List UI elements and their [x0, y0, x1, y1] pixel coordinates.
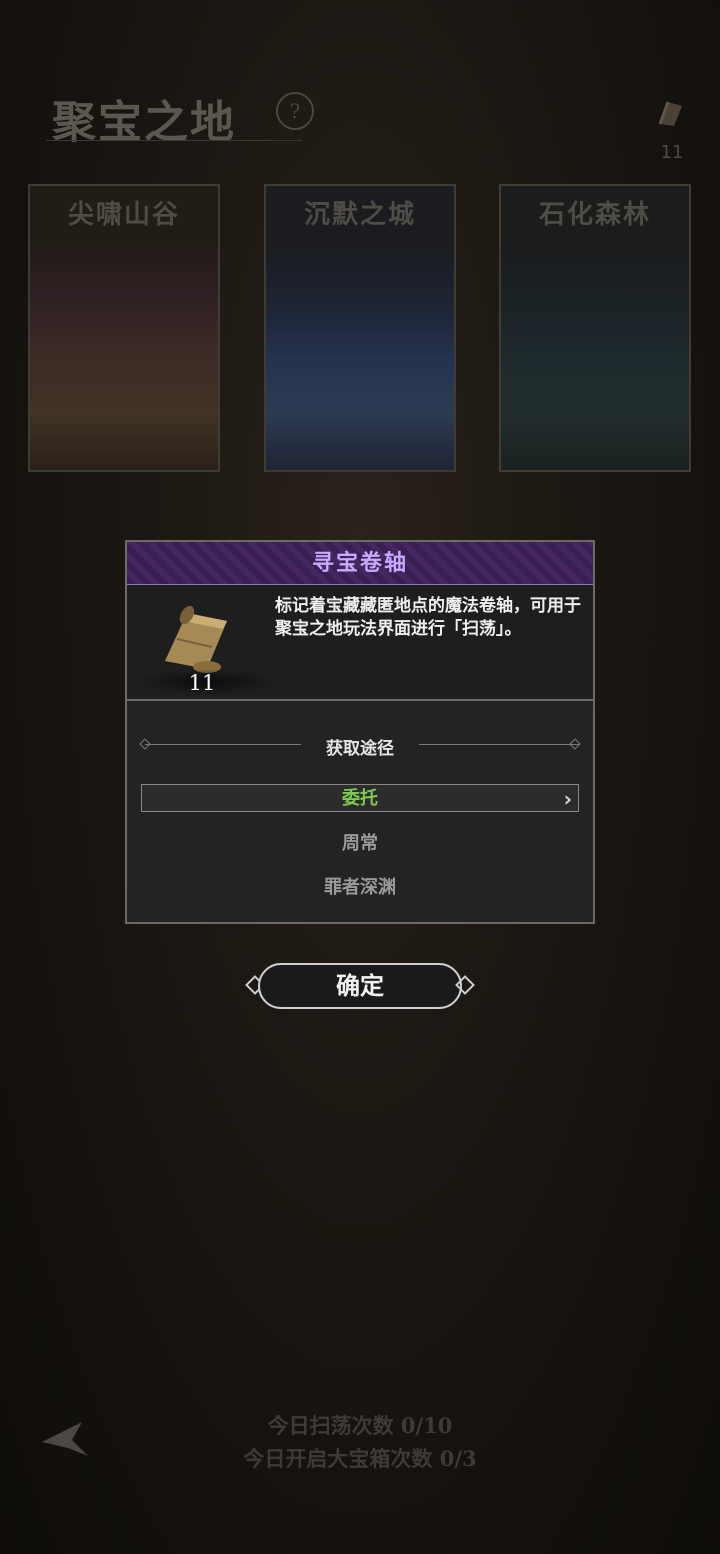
item-info: 11 标记着宝藏藏匿地点的魔法卷轴，可用于聚宝之地玩法界面进行「扫荡」。 [127, 585, 593, 701]
item-description: 标记着宝藏藏匿地点的魔法卷轴，可用于聚宝之地玩法界面进行「扫荡」。 [275, 596, 581, 639]
source-label: 委托 [342, 788, 378, 809]
item-count: 11 [188, 671, 216, 695]
item-info-dialog: 寻宝卷轴 11 标记着宝藏藏匿地点的魔法卷轴，可用于聚宝之地玩法界面进行「扫荡」… [125, 540, 595, 924]
title-divider [46, 140, 302, 141]
source-label: 周常 [342, 833, 378, 854]
help-icon[interactable]: ? [276, 92, 314, 130]
map-card-scream-valley[interactable]: 尖啸山谷 [28, 184, 220, 472]
divider-right [419, 744, 579, 745]
source-sinners-abyss[interactable]: 罪者深渊 [141, 874, 579, 902]
sweep-count: 今日扫荡次数 0/10 [267, 1413, 453, 1438]
dialog-title: 寻宝卷轴 [127, 542, 593, 585]
map-name: 石化森林 [538, 200, 651, 230]
source-weekly[interactable]: 周常 [141, 830, 579, 858]
treasure-scroll-icon [165, 605, 227, 673]
section-title: 获取途径 [326, 739, 394, 759]
map-card-petrified-forest[interactable]: 石化森林 [499, 184, 691, 472]
chest-count: 今日开启大宝箱次数 0/3 [243, 1446, 477, 1471]
map-name: 尖啸山谷 [67, 200, 180, 230]
chevron-right-icon: › [563, 787, 572, 811]
source-label: 罪者深渊 [324, 877, 396, 898]
map-card-silent-city[interactable]: 沉默之城 [264, 184, 456, 472]
map-name: 沉默之城 [303, 200, 416, 230]
scroll-icon[interactable] [654, 96, 688, 130]
resource-count: 11 [660, 142, 684, 163]
source-commission[interactable]: 委托 › [141, 784, 579, 812]
confirm-button[interactable]: 确定 [258, 963, 462, 1009]
